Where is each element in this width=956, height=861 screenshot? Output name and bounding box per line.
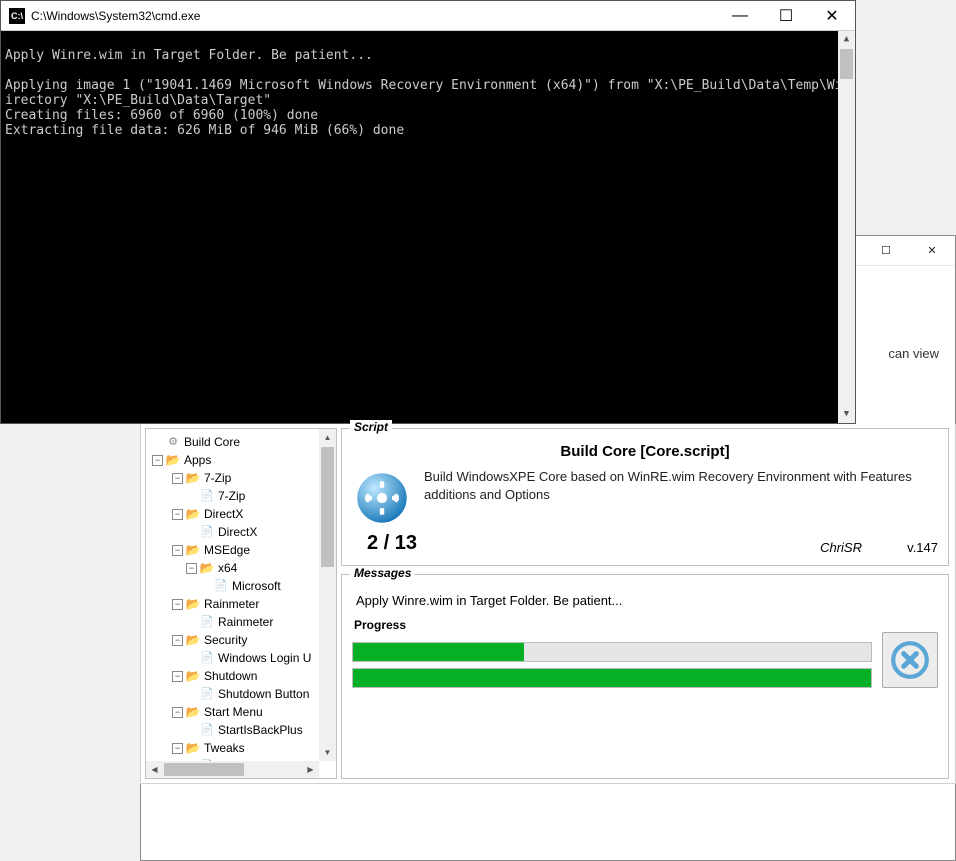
folder-open-icon <box>185 471 201 485</box>
folder-open-icon <box>185 633 201 647</box>
tree-collapse-icon[interactable]: − <box>172 707 183 718</box>
tree-collapse-icon[interactable]: − <box>172 509 183 520</box>
cmd-minimize-button[interactable]: — <box>717 1 763 31</box>
tree-item-7zip[interactable]: −7-Zip <box>172 469 332 487</box>
progress-label: Progress <box>352 618 938 632</box>
tree-hscrollbar[interactable]: ◀ ▶ <box>146 761 319 778</box>
script-icon <box>199 615 215 629</box>
tree-collapse-icon[interactable]: − <box>172 473 183 484</box>
folder-open-icon <box>185 705 201 719</box>
cmd-maximize-button[interactable]: ☐ <box>763 1 809 31</box>
stop-button[interactable] <box>882 632 938 688</box>
cmd-line: Extracting file data: 626 MiB of 946 MiB… <box>5 123 404 138</box>
script-author: ChriSR <box>820 540 878 555</box>
script-title: Build Core [Core.script] <box>352 443 938 460</box>
progress-bar-1-fill <box>353 643 524 661</box>
tree-leaf[interactable]: DirectX <box>186 523 332 541</box>
cmd-output[interactable]: Apply Winre.wim in Target Folder. Be pat… <box>1 31 855 423</box>
tree-leaf[interactable]: Microsoft <box>200 577 332 595</box>
script-group-label: Script <box>350 420 392 434</box>
tree-item-msedge[interactable]: −MSEdge <box>172 541 332 559</box>
tree-hscroll-thumb[interactable] <box>164 763 244 776</box>
cmd-scroll-thumb[interactable] <box>840 49 853 79</box>
tree-collapse-icon[interactable]: − <box>152 455 163 466</box>
message-text: Apply Winre.wim in Target Folder. Be pat… <box>352 589 938 618</box>
tree-item-security[interactable]: −Security <box>172 631 332 649</box>
progress-bar-2 <box>352 668 872 688</box>
bg-close-button[interactable]: ✕ <box>909 236 955 266</box>
bg-maximize-button[interactable]: ☐ <box>863 236 909 266</box>
folder-open-icon <box>185 669 201 683</box>
tree-item-rainmeter[interactable]: −Rainmeter <box>172 595 332 613</box>
script-description: Build WindowsXPE Core based on WinRE.wim… <box>424 468 938 503</box>
cmd-window: C:\ C:\Windows\System32\cmd.exe — ☐ ✕ Ap… <box>0 0 856 424</box>
cmd-line: Applying image 1 ("19041.1469 Microsoft … <box>5 78 855 93</box>
builder-panel: Build Core −Apps −7-Zip 7-Zip −DirectX D… <box>140 424 956 784</box>
script-icon <box>199 489 215 503</box>
tree-collapse-icon[interactable]: − <box>172 671 183 682</box>
cmd-scrollbar[interactable]: ▲ ▼ <box>838 31 855 423</box>
tree-collapse-icon[interactable]: − <box>172 545 183 556</box>
tree-collapse-icon[interactable]: − <box>172 743 183 754</box>
folder-open-icon <box>199 561 215 575</box>
scroll-up-arrow-icon[interactable]: ▲ <box>319 429 336 446</box>
script-tree[interactable]: Build Core −Apps −7-Zip 7-Zip −DirectX D… <box>145 428 337 779</box>
tree-vscroll-thumb[interactable] <box>321 447 334 567</box>
tree-item-startmenu[interactable]: −Start Menu <box>172 703 332 721</box>
script-group: Script Build Core [Core.script] Build Wi… <box>341 428 949 566</box>
folder-open-icon <box>185 597 201 611</box>
cmd-line: irectory "X:\PE_Build\Data\Target" <box>5 93 271 108</box>
cmd-title-text: C:\Windows\System32\cmd.exe <box>31 9 717 23</box>
folder-open-icon <box>185 741 201 755</box>
cmd-line: Creating files: 6960 of 6960 (100%) done <box>5 108 318 123</box>
tree-leaf[interactable]: 7-Zip <box>186 487 332 505</box>
folder-open-icon <box>185 543 201 557</box>
scroll-left-arrow-icon[interactable]: ◀ <box>146 761 163 778</box>
tree-collapse-icon[interactable]: − <box>186 563 197 574</box>
tree-leaf[interactable]: StartIsBackPlus <box>186 721 332 739</box>
cmd-line: Apply Winre.wim in Target Folder. Be pat… <box>5 48 373 63</box>
scroll-up-arrow-icon[interactable]: ▲ <box>838 31 855 48</box>
tree-item-x64[interactable]: −x64 <box>186 559 332 577</box>
messages-group: Messages Apply Winre.wim in Target Folde… <box>341 574 949 779</box>
cmd-close-button[interactable]: ✕ <box>809 1 855 31</box>
folder-open-icon <box>165 453 181 467</box>
script-icon <box>213 579 229 593</box>
scroll-right-arrow-icon[interactable]: ▶ <box>302 761 319 778</box>
progress-bar-2-fill <box>353 669 871 687</box>
tree-leaf[interactable]: Rainmeter <box>186 613 332 631</box>
tree-leaf[interactable]: Windows Login U <box>186 649 332 667</box>
script-icon <box>199 525 215 539</box>
tree-item-directx[interactable]: −DirectX <box>172 505 332 523</box>
tree-collapse-icon[interactable]: − <box>172 635 183 646</box>
script-version: v.147 <box>878 540 938 555</box>
tree-item-shutdown[interactable]: −Shutdown <box>172 667 332 685</box>
messages-group-label: Messages <box>350 566 415 580</box>
tree-collapse-icon[interactable]: − <box>172 599 183 610</box>
script-icon <box>199 687 215 701</box>
cmd-icon: C:\ <box>9 8 25 24</box>
script-icon <box>199 723 215 737</box>
script-counter: 2 / 13 <box>352 532 432 555</box>
cmd-titlebar[interactable]: C:\ C:\Windows\System32\cmd.exe — ☐ ✕ <box>1 1 855 31</box>
stop-x-icon <box>889 639 931 681</box>
tree-item-build-core[interactable]: Build Core <box>152 433 332 451</box>
scroll-down-arrow-icon[interactable]: ▼ <box>838 406 855 423</box>
tree-item-apps[interactable]: −Apps <box>152 451 332 469</box>
tree-vscrollbar[interactable]: ▲ ▼ <box>319 429 336 761</box>
scroll-down-arrow-icon[interactable]: ▼ <box>319 744 336 761</box>
gear-icon <box>165 435 181 449</box>
folder-open-icon <box>185 507 201 521</box>
tree-item-tweaks[interactable]: −Tweaks <box>172 739 332 757</box>
script-icon <box>199 651 215 665</box>
progress-bar-1 <box>352 642 872 662</box>
tree-leaf[interactable]: Shutdown Button <box>186 685 332 703</box>
gear-badge-icon <box>352 468 412 528</box>
